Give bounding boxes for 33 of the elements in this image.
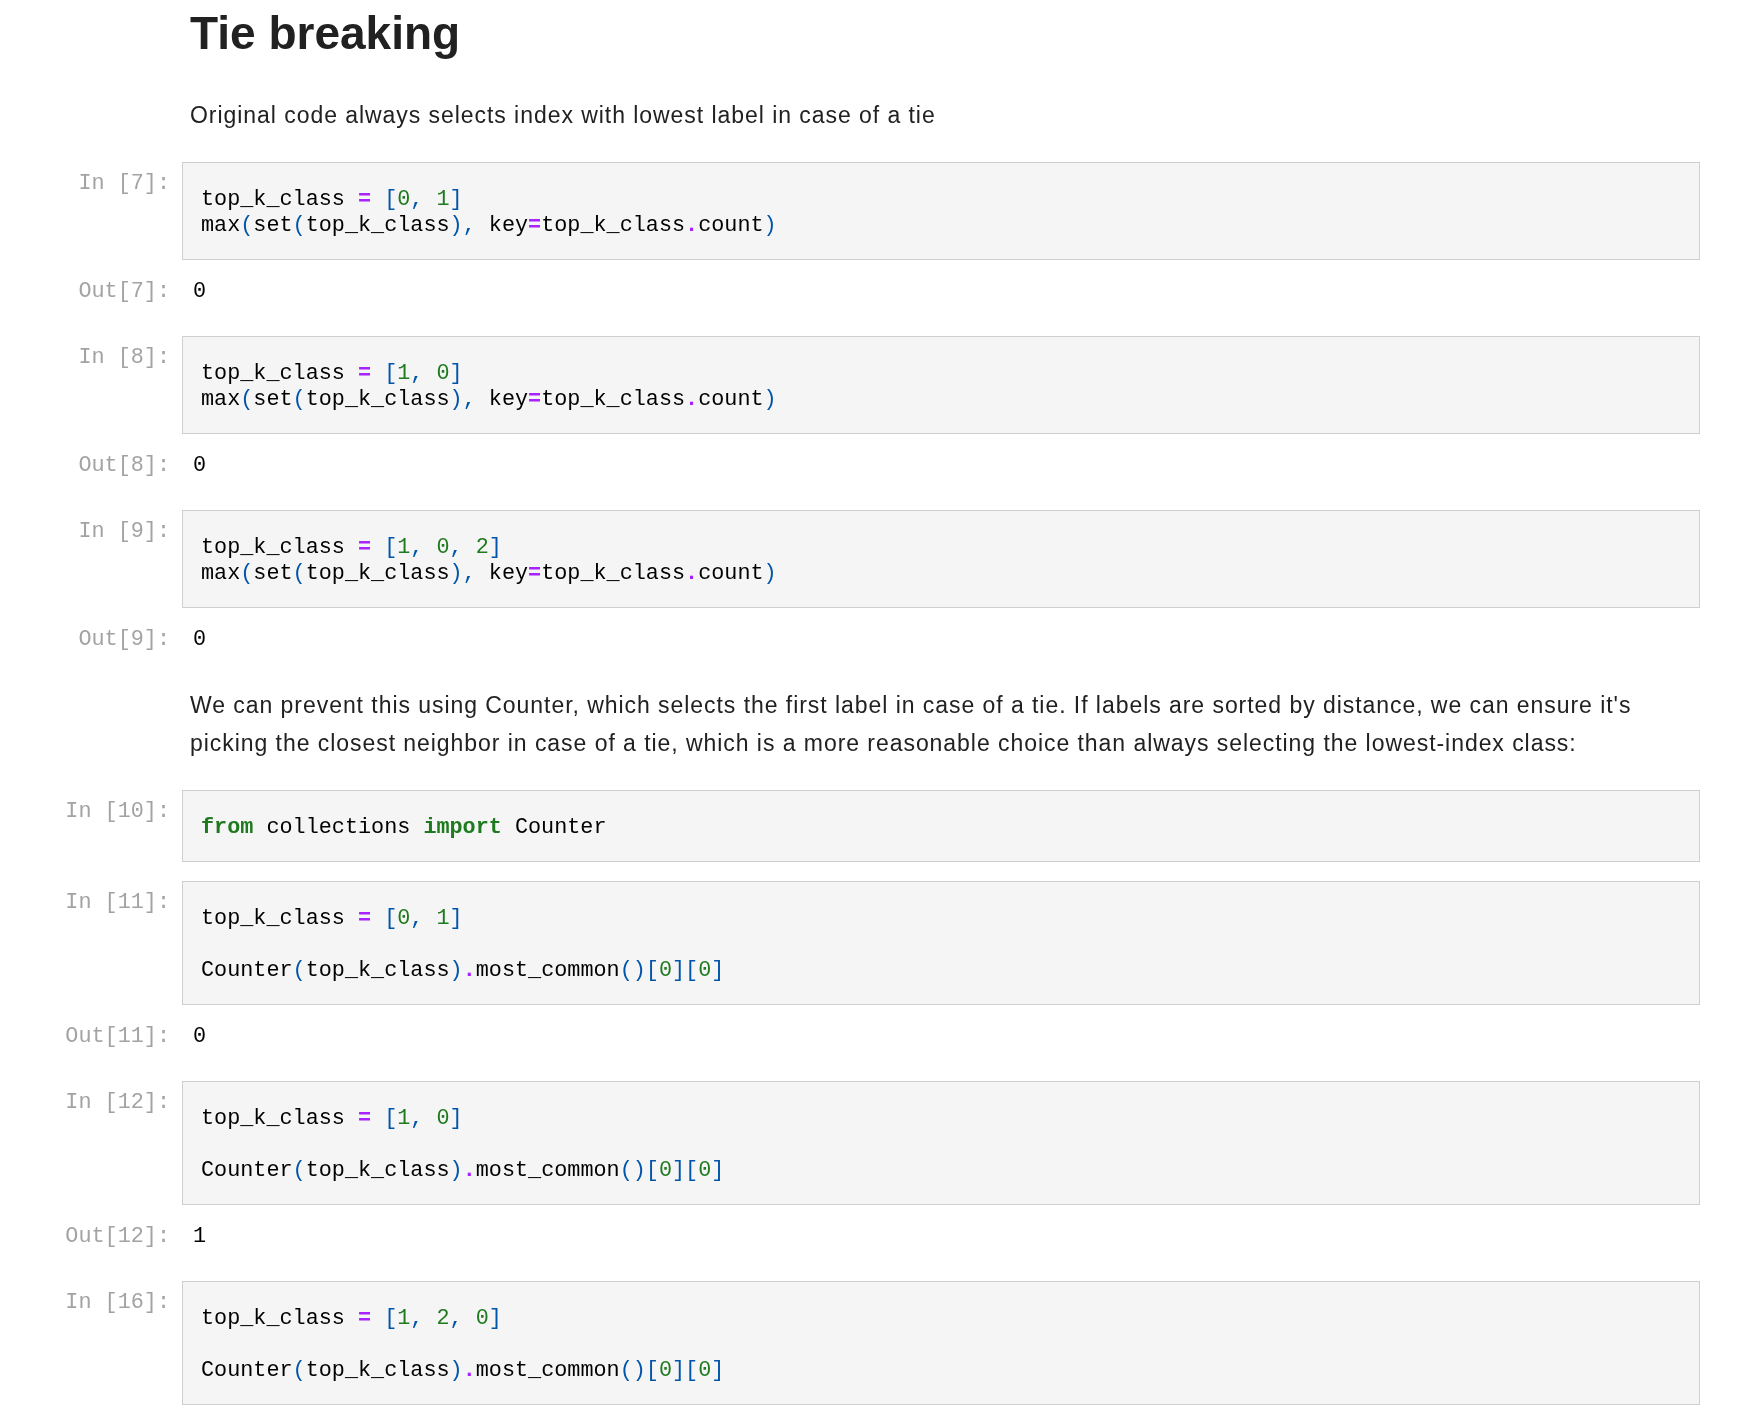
output-text: 1 bbox=[193, 1224, 207, 1249]
code-line: max(set(top_k_class), key=top_k_class.count) bbox=[201, 213, 777, 239]
output-prompt: Out[7]: bbox=[78, 279, 170, 304]
input-prompt: In [12]: bbox=[65, 1090, 170, 1115]
output-text: 0 bbox=[193, 1024, 207, 1049]
paragraph-text: Original code always selects index with lowest label in case of a tie bbox=[190, 101, 936, 130]
code-line: top_k_class = [1, 0] bbox=[201, 1106, 463, 1132]
output-text: 0 bbox=[193, 453, 207, 478]
code-line: top_k_class = [0, 1] bbox=[201, 187, 463, 213]
output-text: 0 bbox=[193, 279, 207, 304]
code-line: top_k_class = [1, 0, 2] bbox=[201, 535, 502, 561]
output-text: 0 bbox=[193, 627, 207, 652]
code-line: Counter(top_k_class).most_common()[0][0] bbox=[201, 1358, 725, 1384]
output-prompt: Out[8]: bbox=[78, 453, 170, 478]
section-heading: Tie breaking bbox=[190, 6, 461, 61]
paragraph-text: We can prevent this using Counter, which selects the first label in case of a tie. If labels are sorted by distance, we can ensure it's picking the closest neighbor in case of a tie, which is a more reasonable choice than always selecting the lowest-index class: bbox=[190, 691, 1633, 758]
code-line: Counter(top_k_class).most_common()[0][0] bbox=[201, 958, 725, 984]
output-prompt: Out[11]: bbox=[65, 1024, 170, 1049]
output-prompt: Out[12]: bbox=[65, 1224, 170, 1249]
input-prompt: In [9]: bbox=[78, 519, 170, 544]
input-prompt: In [10]: bbox=[65, 799, 170, 824]
code-line: Counter(top_k_class).most_common()[0][0] bbox=[201, 1158, 725, 1184]
code-line: top_k_class = [1, 2, 0] bbox=[201, 1306, 502, 1332]
code-line: max(set(top_k_class), key=top_k_class.count) bbox=[201, 387, 777, 413]
input-prompt: In [7]: bbox=[78, 171, 170, 196]
input-prompt: In [11]: bbox=[65, 890, 170, 915]
code-line: max(set(top_k_class), key=top_k_class.count) bbox=[201, 561, 777, 587]
code-line: top_k_class = [0, 1] bbox=[201, 906, 463, 932]
code-line: from collections import Counter bbox=[201, 815, 607, 841]
output-prompt: Out[9]: bbox=[78, 627, 170, 652]
input-prompt: In [16]: bbox=[65, 1290, 170, 1315]
input-prompt: In [8]: bbox=[78, 345, 170, 370]
code-line: top_k_class = [1, 0] bbox=[201, 361, 463, 387]
